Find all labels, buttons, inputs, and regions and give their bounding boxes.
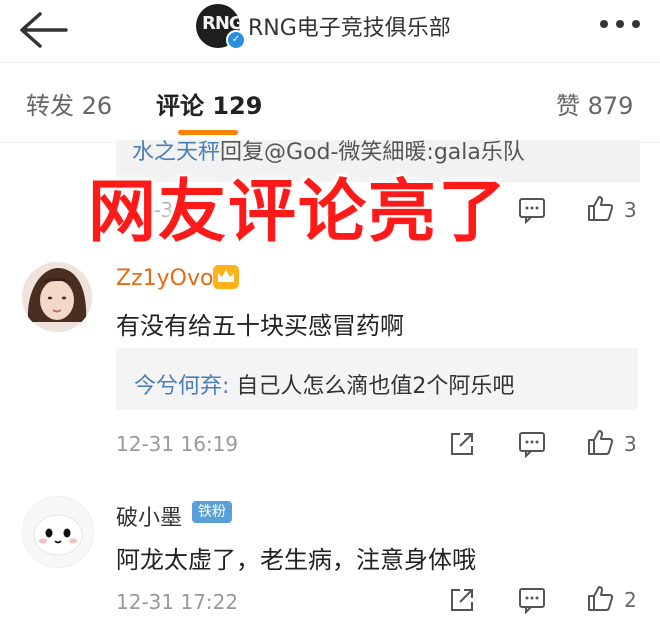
verified-badge-icon: ✓ bbox=[226, 30, 246, 50]
active-tab-indicator bbox=[178, 130, 238, 135]
thumbs-up-icon[interactable] bbox=[586, 428, 614, 456]
comment-icon[interactable] bbox=[518, 430, 546, 458]
top-bar: RNG ✓ RNG电子竞技俱乐部 bbox=[0, 0, 660, 62]
cute-face-icon bbox=[23, 497, 93, 567]
thumbs-up-icon[interactable] bbox=[586, 584, 614, 612]
user-photo-icon bbox=[22, 262, 92, 332]
comment-text: 有没有给五十块买感冒药啊 bbox=[116, 312, 404, 340]
tab-reposts[interactable]: 转发 26 bbox=[26, 86, 112, 121]
tab-comments[interactable]: 评论 129 bbox=[156, 86, 262, 121]
username[interactable]: Zz1yOvo bbox=[116, 266, 213, 291]
avatar[interactable] bbox=[22, 262, 92, 332]
like-count: 3 bbox=[624, 198, 637, 222]
overlay-headline: 网友评论亮了 bbox=[88, 173, 509, 252]
like-count: 2 bbox=[624, 588, 637, 612]
avatar[interactable] bbox=[22, 496, 94, 568]
reply-box[interactable]: 今兮何弃: 自己人怎么滴也值2个阿乐吧 bbox=[116, 348, 638, 410]
share-icon[interactable] bbox=[448, 430, 476, 458]
like-count: 3 bbox=[624, 432, 637, 456]
thumbs-up-icon[interactable] bbox=[586, 194, 614, 222]
comment-icon[interactable] bbox=[518, 586, 546, 614]
comment-timestamp: 12-31 17:22 bbox=[116, 590, 239, 614]
reply-text: 今兮何弃: 自己人怎么滴也值2个阿乐吧 bbox=[134, 374, 515, 399]
account-name[interactable]: RNG电子竞技俱乐部 bbox=[248, 10, 451, 42]
fan-badge: 铁粉 bbox=[192, 501, 232, 523]
comment-icon[interactable] bbox=[518, 196, 546, 224]
more-options-icon[interactable] bbox=[596, 14, 644, 34]
comment-text: 阿龙太虚了，老生病，注意身体哦 bbox=[116, 546, 476, 574]
username[interactable]: 破小墨 bbox=[116, 500, 182, 532]
comment-timestamp: 12-31 16:19 bbox=[116, 432, 239, 456]
header-divider bbox=[0, 62, 660, 63]
crown-badge-icon bbox=[213, 265, 239, 289]
tab-likes[interactable]: 赞 879 bbox=[556, 86, 633, 121]
back-arrow-icon[interactable] bbox=[14, 8, 70, 52]
share-icon[interactable] bbox=[448, 586, 476, 614]
